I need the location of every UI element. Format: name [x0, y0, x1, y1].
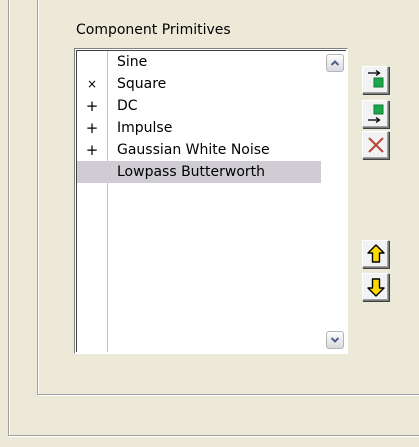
row-label: Gaussian White Noise — [117, 142, 270, 158]
list-rows: Sine × Square + DC + Impulse + Gaussian … — [77, 51, 321, 183]
component-primitives-label: Component Primitives — [76, 22, 231, 38]
chevron-up-icon — [330, 60, 340, 66]
component-primitives-listbox[interactable]: Sine × Square + DC + Impulse + Gaussian … — [74, 48, 348, 354]
yellow-arrow-up-icon — [367, 244, 385, 263]
row-marker: + — [85, 141, 99, 159]
delete-button[interactable] — [362, 131, 389, 159]
yellow-arrow-down-icon — [367, 278, 385, 297]
insert-above-icon — [368, 69, 384, 88]
move-up-button[interactable] — [362, 240, 389, 268]
row-marker — [77, 51, 107, 73]
row-marker: × — [86, 77, 98, 91]
list-item[interactable]: Sine — [77, 51, 321, 73]
row-marker: + — [85, 119, 99, 137]
list-item[interactable]: + Gaussian White Noise — [77, 139, 321, 161]
panel-highlight — [38, 0, 39, 394]
list-item[interactable]: + DC — [77, 95, 321, 117]
panel-bottom-highlight — [38, 395, 419, 396]
row-label: Impulse — [117, 120, 173, 136]
row-label: DC — [117, 98, 138, 114]
listbox-content: Sine × Square + DC + Impulse + Gaussian … — [76, 50, 346, 352]
list-item[interactable]: + Impulse — [77, 117, 321, 139]
insert-above-button[interactable] — [362, 66, 389, 94]
row-marker — [77, 161, 107, 183]
insert-below-icon — [368, 104, 384, 124]
scroll-down-button[interactable] — [326, 331, 344, 349]
window-frame-bottom-highlight — [9, 436, 419, 437]
row-label: Lowpass Butterworth — [117, 164, 266, 180]
vertical-scrollbar[interactable] — [322, 51, 346, 352]
row-label: Square — [117, 76, 167, 92]
list-item-selected[interactable]: Lowpass Butterworth — [77, 161, 321, 183]
window-frame-highlight — [9, 0, 10, 435]
row-label: Sine — [117, 54, 148, 70]
chevron-down-icon — [330, 337, 340, 343]
delete-x-icon — [368, 137, 384, 153]
insert-below-button[interactable] — [362, 100, 389, 128]
list-item[interactable]: × Square — [77, 73, 321, 95]
row-marker: + — [85, 97, 99, 115]
scroll-up-button[interactable] — [326, 54, 344, 72]
move-down-button[interactable] — [362, 273, 389, 301]
